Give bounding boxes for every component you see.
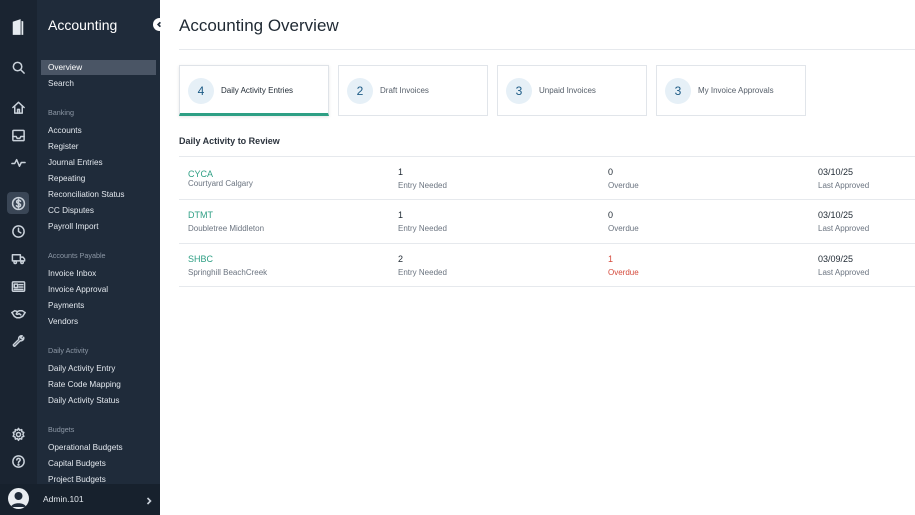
summary-card-my-invoice-approvals[interactable]: 3 My Invoice Approvals bbox=[656, 65, 806, 116]
handshake-icon[interactable] bbox=[8, 303, 28, 323]
sidebar-collapse-button[interactable] bbox=[153, 18, 166, 31]
sidebar-item-repeating[interactable]: Repeating bbox=[41, 171, 156, 186]
gear-icon[interactable] bbox=[8, 424, 28, 444]
search-icon[interactable] bbox=[8, 57, 28, 77]
count-badge: 3 bbox=[665, 78, 691, 104]
help-icon[interactable] bbox=[8, 451, 28, 471]
overdue-count: 0 bbox=[608, 210, 614, 220]
sidebar-item-operational-budgets[interactable]: Operational Budgets bbox=[41, 440, 156, 455]
sidebar-item-daily-activity-entry[interactable]: Daily Activity Entry bbox=[41, 361, 156, 376]
sidebar-item-capital-budgets[interactable]: Capital Budgets bbox=[41, 456, 156, 471]
chevron-right-icon[interactable] bbox=[144, 493, 154, 505]
summary-card-unpaid-invoices[interactable]: 3 Unpaid Invoices bbox=[497, 65, 647, 116]
sidebar-item-overview[interactable]: Overview bbox=[41, 60, 156, 75]
sidebar-item-accounts[interactable]: Accounts bbox=[41, 123, 156, 138]
user-avatar-icon bbox=[11, 492, 26, 507]
sidebar-item-rate-code-mapping[interactable]: Rate Code Mapping bbox=[41, 377, 156, 392]
row-divider bbox=[179, 243, 915, 244]
last-approved-label: Last Approved bbox=[818, 224, 870, 233]
icon-rail bbox=[0, 0, 37, 515]
count-badge: 2 bbox=[347, 78, 373, 104]
sidebar-item-vendors[interactable]: Vendors bbox=[41, 314, 156, 329]
sidebar-item-search[interactable]: Search bbox=[41, 76, 156, 91]
count-badge: 4 bbox=[188, 78, 214, 104]
sidebar-item-invoice-approval[interactable]: Invoice Approval bbox=[41, 282, 156, 297]
property-name: Courtyard Calgary bbox=[188, 179, 253, 188]
property-code-link[interactable]: DTMT bbox=[188, 210, 213, 220]
sidebar-item-cc-disputes[interactable]: CC Disputes bbox=[41, 203, 156, 218]
truck-icon[interactable] bbox=[8, 248, 28, 268]
card-label: Unpaid Invoices bbox=[539, 86, 596, 95]
sidebar-item-journal-entries[interactable]: Journal Entries bbox=[41, 155, 156, 170]
card-label: Draft Invoices bbox=[380, 86, 429, 95]
entries-label: Entry Needed bbox=[398, 268, 447, 277]
activity-icon[interactable] bbox=[8, 152, 28, 172]
last-approved-date: 03/09/25 bbox=[818, 254, 854, 264]
clock-icon[interactable] bbox=[8, 221, 28, 241]
entries-count: 1 bbox=[398, 210, 404, 220]
sidebar-section-banking: Banking bbox=[48, 108, 74, 117]
row-divider bbox=[179, 156, 915, 157]
row-divider bbox=[179, 286, 915, 287]
property-name: Springhill BeachCreek bbox=[188, 268, 268, 277]
overdue-label: Overdue bbox=[608, 224, 639, 233]
last-approved-label: Last Approved bbox=[818, 181, 870, 190]
sidebar-section-accounts-payable: Accounts Payable bbox=[48, 251, 106, 260]
property-code-link[interactable]: SHBC bbox=[188, 254, 213, 264]
entries-label: Entry Needed bbox=[398, 181, 447, 190]
sidebar-item-invoice-inbox[interactable]: Invoice Inbox bbox=[41, 266, 156, 281]
card-label: My Invoice Approvals bbox=[698, 86, 774, 95]
last-approved-date: 03/10/25 bbox=[818, 210, 854, 220]
overdue-count: 1 bbox=[608, 254, 614, 264]
property-name: Doubletree Middleton bbox=[188, 224, 265, 233]
chevron-left-icon bbox=[156, 21, 161, 28]
entries-count: 2 bbox=[398, 254, 404, 264]
sidebar-item-reconciliation-status[interactable]: Reconciliation Status bbox=[41, 187, 156, 202]
logo-icon[interactable] bbox=[8, 16, 28, 38]
inbox-icon[interactable] bbox=[8, 125, 28, 145]
sidebar-section-budgets: Budgets bbox=[48, 425, 75, 434]
wrench-icon[interactable] bbox=[8, 331, 28, 351]
section-title: Daily Activity to Review bbox=[179, 136, 280, 146]
sidebar-item-payments[interactable]: Payments bbox=[41, 298, 156, 313]
overdue-count: 0 bbox=[608, 167, 614, 177]
entries-count: 1 bbox=[398, 167, 404, 177]
title-divider bbox=[179, 49, 915, 50]
overdue-label: Overdue bbox=[608, 268, 639, 277]
username: Admin.101 bbox=[43, 494, 84, 504]
sidebar-item-register[interactable]: Register bbox=[41, 139, 156, 154]
overdue-label: Overdue bbox=[608, 181, 639, 190]
property-code-link[interactable]: CYCA bbox=[188, 169, 213, 179]
sidebar-item-payroll-import[interactable]: Payroll Import bbox=[41, 219, 156, 234]
sidebar: Accounting Overview Search Banking Accou… bbox=[37, 0, 160, 515]
entries-label: Entry Needed bbox=[398, 224, 447, 233]
page-title: Accounting Overview bbox=[179, 16, 339, 35]
app-title: Accounting bbox=[48, 17, 118, 33]
last-approved-label: Last Approved bbox=[818, 268, 870, 277]
card-label: Daily Activity Entries bbox=[221, 86, 294, 95]
summary-card-daily-activity-entries[interactable]: 4 Daily Activity Entries bbox=[179, 65, 329, 116]
row-divider bbox=[179, 199, 915, 200]
summary-card-draft-invoices[interactable]: 2 Draft Invoices bbox=[338, 65, 488, 116]
count-badge: 3 bbox=[506, 78, 532, 104]
home-icon[interactable] bbox=[8, 97, 28, 117]
sidebar-section-daily-activity: Daily Activity bbox=[48, 346, 89, 355]
last-approved-date: 03/10/25 bbox=[818, 167, 854, 177]
dollar-icon[interactable] bbox=[7, 192, 29, 214]
id-card-icon[interactable] bbox=[8, 276, 28, 296]
avatar[interactable] bbox=[8, 488, 29, 509]
sidebar-item-daily-activity-status[interactable]: Daily Activity Status bbox=[41, 393, 156, 408]
